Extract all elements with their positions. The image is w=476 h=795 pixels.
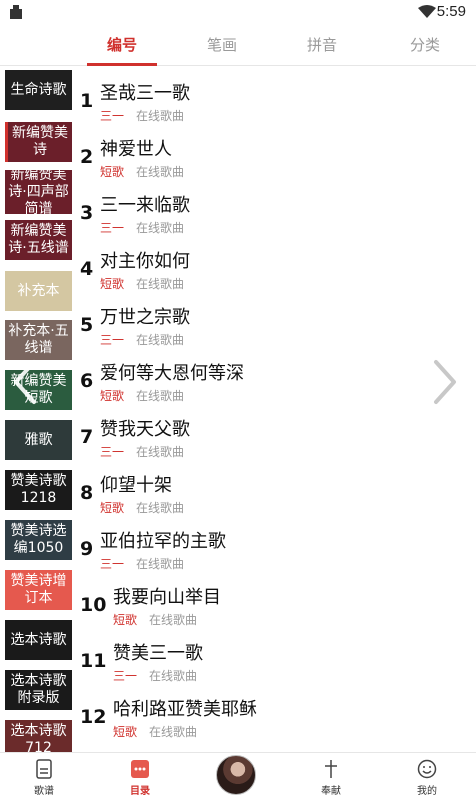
song-row[interactable]: 3 三一来临歌 三一 在线歌曲 (80, 182, 476, 238)
song-row[interactable]: 1 圣哉三一歌 三一 在线歌曲 (80, 70, 476, 126)
song-title: 对主你如何 (100, 251, 190, 272)
sidebar-item-1[interactable]: 新编赞美诗 (5, 122, 72, 162)
song-tag: 短歌 (100, 501, 125, 515)
status-time: 5:59 (436, 3, 466, 20)
previous-arrow-icon[interactable] (10, 358, 40, 406)
sidebar-item-7[interactable]: 雅歌 (5, 420, 72, 460)
song-title: 赞美三一歌 (113, 643, 203, 664)
sidebar-item-2[interactable]: 新编赞美诗·四声部简谱 (5, 170, 72, 214)
song-tag: 三一 (100, 333, 125, 347)
song-number: 8 (80, 482, 94, 504)
song-number: 3 (80, 202, 94, 224)
nav-sheet-music[interactable]: 歌谱 (14, 753, 74, 795)
song-tag: 三一 (100, 109, 125, 123)
avatar[interactable] (216, 755, 256, 795)
song-row[interactable]: 2 神爱世人 短歌 在线歌曲 (80, 126, 476, 182)
song-row[interactable]: 11 赞美三一歌 三一 在线歌曲 (80, 630, 476, 686)
sidebar-item-12[interactable]: 选本诗歌附录版 (5, 670, 72, 710)
nav-label: 目录 (130, 786, 150, 795)
song-row[interactable]: 8 仰望十架 短歌 在线歌曲 (80, 462, 476, 518)
song-online-label: 在线歌曲 (149, 613, 198, 627)
song-row[interactable]: 9 亚伯拉罕的主歌 三一 在线歌曲 (80, 518, 476, 574)
document-icon (36, 759, 52, 779)
song-number: 1 (80, 90, 94, 112)
next-arrow-icon[interactable] (430, 358, 460, 406)
tab-strokes[interactable]: 笔画 (187, 26, 257, 66)
song-number: 4 (80, 258, 94, 280)
sidebar-item-10[interactable]: 赞美诗增订本 (5, 570, 72, 610)
song-online-label: 在线歌曲 (136, 165, 185, 179)
song-online-label: 在线歌曲 (136, 501, 185, 515)
hymnal-sidebar: 生命诗歌 新编赞美诗 新编赞美诗·四声部简谱 新编赞美诗·五线谱 补充本 补充本… (0, 66, 80, 752)
song-tag: 三一 (113, 669, 138, 683)
song-number: 2 (80, 146, 94, 168)
list-icon (131, 760, 149, 778)
song-number: 9 (80, 538, 94, 560)
song-tag: 短歌 (100, 165, 125, 179)
song-tag: 短歌 (113, 725, 138, 739)
song-number: 5 (80, 314, 94, 336)
song-row[interactable]: 6 爱何等大恩何等深 短歌 在线歌曲 (80, 350, 476, 406)
song-tag: 短歌 (100, 389, 125, 403)
song-online-label: 在线歌曲 (136, 557, 185, 571)
song-tag: 短歌 (100, 277, 125, 291)
song-title: 我要向山举目 (113, 587, 221, 608)
cross-icon (325, 760, 337, 778)
nav-label: 我的 (417, 786, 437, 795)
song-title: 神爱世人 (100, 139, 172, 160)
song-row[interactable]: 4 对主你如何 短歌 在线歌曲 (80, 238, 476, 294)
song-number: 7 (80, 426, 94, 448)
nav-offering[interactable]: 奉献 (301, 753, 361, 795)
song-online-label: 在线歌曲 (149, 725, 198, 739)
song-list: 1 圣哉三一歌 三一 在线歌曲 2 神爱世人 短歌 在线歌曲 3 三一来临歌 三… (80, 66, 476, 752)
nav-label: 奉献 (321, 786, 341, 795)
sidebar-item-5[interactable]: 补充本·五线谱 (5, 320, 72, 360)
song-tag: 三一 (100, 557, 125, 571)
sidebar-item-0[interactable]: 生命诗歌 (5, 70, 72, 110)
sidebar-item-9[interactable]: 赞美诗选编1050 (5, 520, 72, 560)
nav-label: 歌谱 (34, 786, 54, 795)
song-row[interactable]: 5 万世之宗歌 三一 在线歌曲 (80, 294, 476, 350)
song-title: 爱何等大恩何等深 (100, 363, 244, 384)
song-title: 亚伯拉罕的主歌 (100, 531, 226, 552)
song-online-label: 在线歌曲 (136, 389, 185, 403)
song-online-label: 在线歌曲 (136, 445, 185, 459)
song-title: 哈利路亚赞美耶稣 (113, 699, 257, 720)
song-row[interactable]: 10 我要向山举目 短歌 在线歌曲 (80, 574, 476, 630)
song-number: 12 (80, 706, 107, 728)
sidebar-item-8[interactable]: 赞美诗歌1218 (5, 470, 72, 510)
sidebar-item-3[interactable]: 新编赞美诗·五线谱 (5, 220, 72, 260)
tab-number[interactable]: 编号 (87, 26, 157, 66)
song-tag: 三一 (100, 445, 125, 459)
status-bar: 5:59 (0, 0, 476, 26)
song-online-label: 在线歌曲 (136, 221, 185, 235)
nav-catalog[interactable]: 目录 (110, 753, 170, 795)
nav-mine[interactable]: 我的 (397, 753, 457, 795)
song-tag: 三一 (100, 221, 125, 235)
song-tag: 短歌 (113, 613, 138, 627)
song-title: 三一来临歌 (100, 195, 190, 216)
sort-tabs: 编号 笔画 拼音 分类 (0, 26, 476, 66)
song-number: 11 (80, 650, 107, 672)
song-online-label: 在线歌曲 (136, 109, 185, 123)
song-title: 赞我天父歌 (100, 419, 190, 440)
sidebar-item-4[interactable]: 补充本 (5, 271, 72, 311)
song-title: 仰望十架 (100, 475, 172, 496)
song-online-label: 在线歌曲 (136, 333, 185, 347)
song-number: 6 (80, 370, 94, 392)
wifi-icon (418, 5, 436, 18)
android-notification-icon (10, 5, 22, 19)
song-online-label: 在线歌曲 (136, 277, 185, 291)
song-title: 万世之宗歌 (100, 307, 190, 328)
sidebar-item-11[interactable]: 选本诗歌 (5, 620, 72, 660)
song-row[interactable]: 12 哈利路亚赞美耶稣 短歌 在线歌曲 (80, 686, 476, 742)
song-number: 10 (80, 594, 107, 616)
smiley-icon (417, 759, 437, 779)
tab-category[interactable]: 分类 (390, 26, 460, 66)
sidebar-item-13[interactable]: 选本诗歌712 (5, 720, 72, 752)
song-title: 圣哉三一歌 (100, 83, 190, 104)
song-online-label: 在线歌曲 (149, 669, 198, 683)
tab-pinyin[interactable]: 拼音 (287, 26, 357, 66)
song-row[interactable]: 7 赞我天父歌 三一 在线歌曲 (80, 406, 476, 462)
